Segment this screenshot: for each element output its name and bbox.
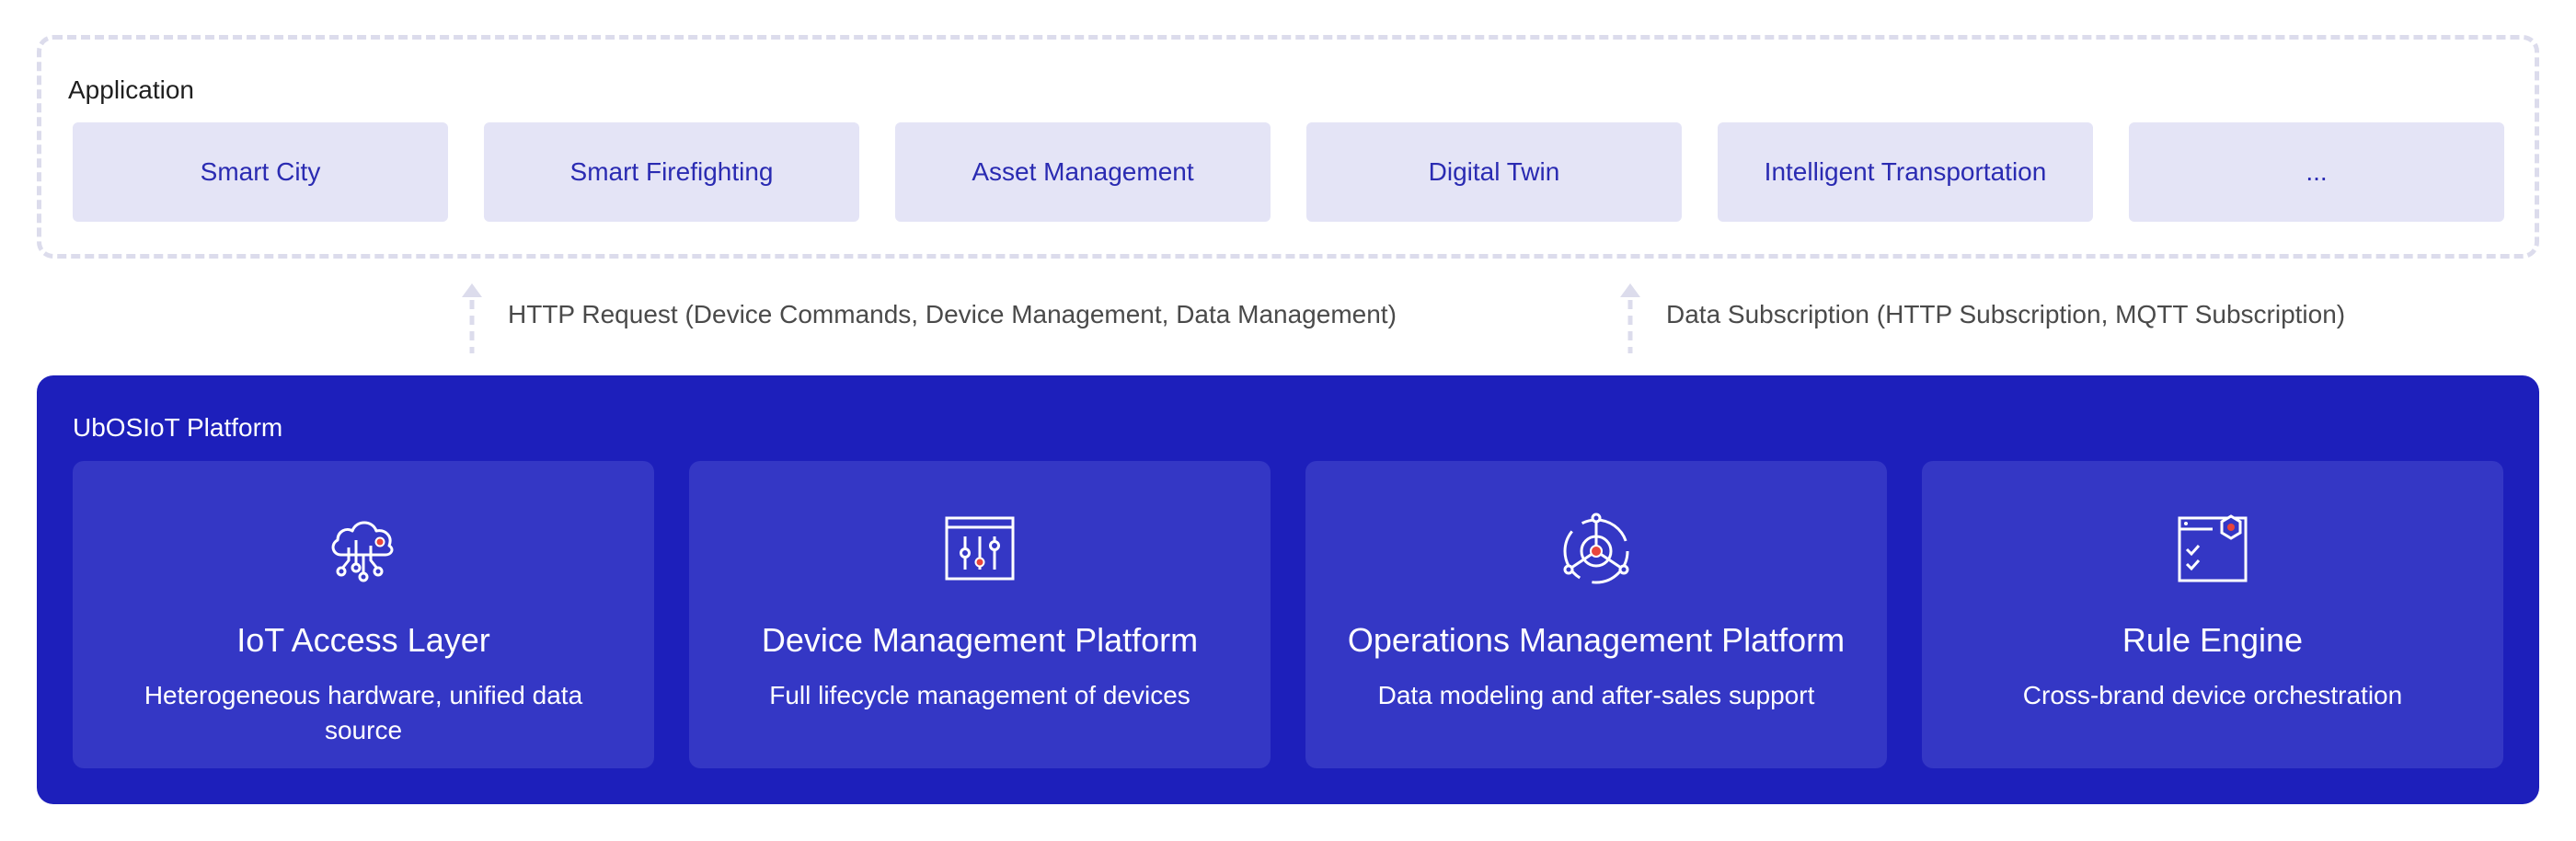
module-device-management-platform: Device Management Platform Full lifecycl… (689, 461, 1271, 768)
architecture-diagram: Application Smart City Smart Firefightin… (0, 0, 2576, 841)
app-card-asset-management: Asset Management (895, 122, 1271, 222)
module-title: Rule Engine (2122, 621, 2304, 659)
module-operations-management-platform: Operations Management Platform Data mode… (1305, 461, 1887, 768)
platform-title: UbOSIoT Platform (73, 413, 283, 442)
module-title: IoT Access Layer (236, 621, 490, 659)
app-card-more: ... (2129, 122, 2504, 222)
module-description: Full lifecycle management of devices (769, 681, 1190, 709)
app-card-smart-firefighting: Smart Firefighting (484, 122, 859, 222)
module-title: Operations Management Platform (1347, 621, 1846, 659)
up-arrow-icon (1620, 283, 1640, 353)
cloud-network-icon (331, 521, 394, 582)
module-description: Cross-brand device orchestration (2022, 681, 2403, 709)
up-arrow-icon (462, 283, 482, 353)
control-sliders-icon (945, 516, 1015, 581)
operations-hub-icon (1563, 513, 1629, 584)
app-card-intelligent-transportation: Intelligent Transportation (1718, 122, 2093, 222)
data-subscription-label: Data Subscription (HTTP Subscription, MQ… (1666, 300, 2346, 328)
app-card-digital-twin: Digital Twin (1306, 122, 1682, 222)
http-request-label: HTTP Request (Device Commands, Device Ma… (508, 300, 1397, 328)
module-title: Device Management Platform (761, 621, 1199, 659)
module-iot-access-layer: IoT Access Layer Heterogeneous hardware,… (73, 461, 654, 768)
module-description: Data modeling and after-sales support (1377, 681, 1815, 709)
application-title: Application (68, 75, 194, 104)
app-card-smart-city: Smart City (73, 122, 448, 222)
rule-window-icon (2178, 514, 2248, 582)
module-rule-engine: Rule Engine Cross-brand device orchestra… (1922, 461, 2503, 768)
module-description: Heterogeneous hardware, unified data sou… (144, 681, 583, 744)
